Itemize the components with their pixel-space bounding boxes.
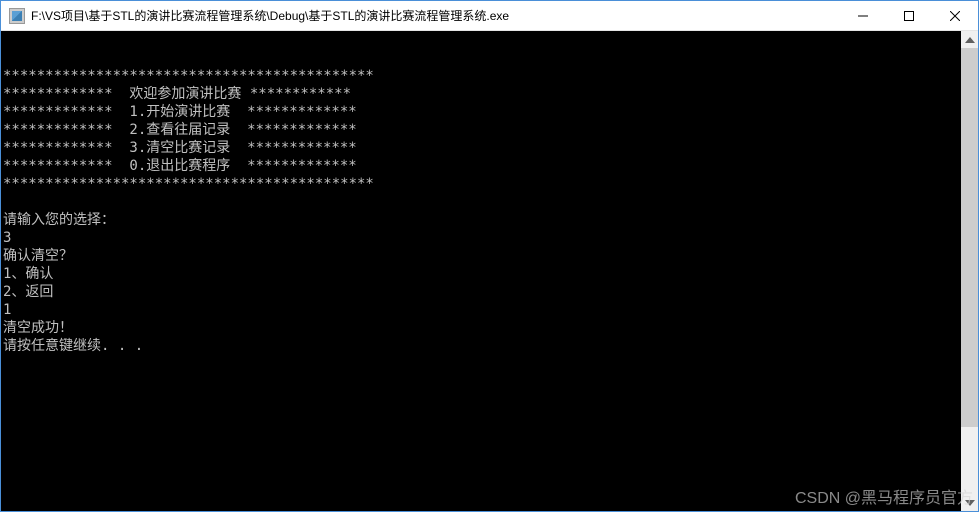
close-button[interactable] (932, 1, 978, 30)
scroll-up-button[interactable] (961, 31, 978, 48)
console-output: ****************************************… (3, 67, 978, 355)
minimize-button[interactable] (840, 1, 886, 30)
scroll-down-button[interactable] (961, 494, 978, 511)
window: F:\VS项目\基于STL的演讲比赛流程管理系统\Debug\基于STL的演讲比… (0, 0, 979, 512)
titlebar: F:\VS项目\基于STL的演讲比赛流程管理系统\Debug\基于STL的演讲比… (1, 1, 978, 31)
window-controls (840, 1, 978, 30)
app-icon (9, 8, 25, 24)
maximize-button[interactable] (886, 1, 932, 30)
vertical-scrollbar[interactable] (961, 31, 978, 511)
console-area: ****************************************… (1, 31, 978, 511)
window-title: F:\VS项目\基于STL的演讲比赛流程管理系统\Debug\基于STL的演讲比… (31, 7, 840, 24)
scroll-thumb[interactable] (961, 48, 978, 427)
scroll-track[interactable] (961, 48, 978, 494)
